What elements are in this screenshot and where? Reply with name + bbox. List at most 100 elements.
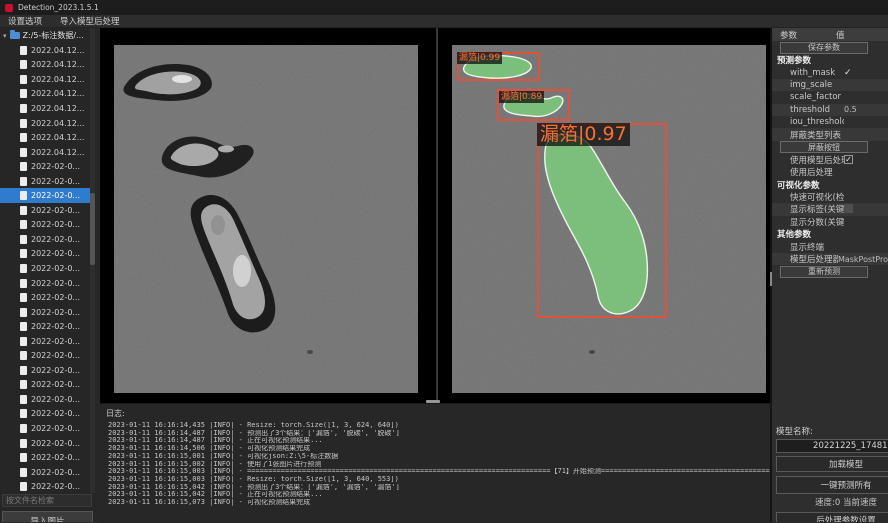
tree-item[interactable]: 2022-02-0...	[0, 450, 90, 465]
tree-item[interactable]: 2022-02-0...	[0, 290, 90, 305]
param-row[interactable]: 显示标签(关键点)	[772, 203, 888, 215]
file-icon	[20, 264, 27, 273]
import-images-button[interactable]: 导入图片	[2, 511, 93, 522]
tree-item[interactable]: 2022-02-0...	[0, 363, 90, 378]
tree-item-label: 2022-02-0...	[31, 395, 80, 404]
tree-item-label: 2022.04.12...	[31, 75, 84, 84]
sidebar-scrollbar[interactable]	[90, 28, 95, 493]
tree-item[interactable]: 2022.04.12...	[0, 72, 90, 87]
file-icon	[20, 395, 27, 404]
chevron-down-icon[interactable]: ▾	[3, 32, 7, 40]
param-row[interactable]: img_scale	[772, 79, 888, 91]
param-row[interactable]: 使用后处理	[772, 166, 888, 178]
param-row[interactable]: 显示终端	[772, 240, 888, 252]
file-icon	[20, 220, 27, 229]
tree-item-label: 2022-02-0...	[31, 249, 80, 258]
log-line: 2023-01-11 16:16:14,487 |INFO| - 正在可视化预测…	[108, 437, 770, 445]
param-row[interactable]: threshold0.5	[772, 104, 888, 116]
file-icon	[20, 366, 27, 375]
param-section-header: 可视化参数	[772, 179, 888, 191]
file-tree[interactable]: ▾ Z:/5-标注数据/... 2022.04.12...2022.04.12.…	[0, 28, 90, 493]
tree-item[interactable]: 2022-02-0...	[0, 232, 90, 247]
tree-item-label: 2022-02-0...	[31, 366, 80, 375]
tree-item[interactable]: 2022-02-0...	[0, 305, 90, 320]
param-label: 屏蔽类型列表	[772, 129, 844, 141]
tree-item[interactable]: 2022.04.12...	[0, 145, 90, 160]
param-label: 显示标签(关键点)	[772, 203, 844, 215]
original-image-panel[interactable]	[114, 45, 418, 393]
tree-item-label: 2022-02-0...	[31, 439, 80, 448]
tree-item[interactable]: 2022.04.12...	[0, 87, 90, 102]
tree-item[interactable]: 2022-02-0...	[0, 276, 90, 291]
tree-item[interactable]: 2022-02-0...	[0, 247, 90, 262]
tree-item[interactable]: 2022-02-0...	[0, 334, 90, 349]
param-checkbox[interactable]: ✓	[844, 155, 853, 164]
param-section-header: 预测参数	[772, 54, 888, 66]
tree-item[interactable]: 2022.04.12...	[0, 101, 90, 116]
tree-item[interactable]: 2022.04.12...	[0, 43, 90, 58]
param-checkbox[interactable]	[844, 204, 853, 213]
param-label: img_scale	[772, 80, 844, 90]
param-row[interactable]: with_mask✓	[772, 66, 888, 78]
folder-icon	[10, 32, 20, 39]
tree-item[interactable]: 2022-02-0...	[0, 203, 90, 218]
file-icon	[20, 337, 27, 346]
tree-item-label: 2022.04.12...	[31, 60, 84, 69]
tree-item[interactable]: 2022-02-0...	[0, 436, 90, 451]
file-sidebar: ▾ Z:/5-标注数据/... 2022.04.12...2022.04.12.…	[0, 28, 96, 522]
menu-item[interactable]: 导入模型后处理	[60, 15, 120, 27]
search-input[interactable]	[2, 494, 92, 507]
tree-item-label: 2022-02-0...	[31, 453, 80, 462]
param-row[interactable]: scale_factor	[772, 91, 888, 103]
param-button[interactable]: 屏蔽按钮	[780, 141, 868, 153]
tree-item[interactable]: 2022.04.12...	[0, 130, 90, 145]
predict-all-button[interactable]: 一键预测所有	[776, 476, 888, 494]
tree-item[interactable]: 2022-02-0...	[0, 159, 90, 174]
param-value	[844, 204, 853, 215]
param-row[interactable]: iou_threshold	[772, 116, 888, 128]
load-model-button[interactable]: 加载模型	[776, 456, 888, 472]
tree-item-label: 2022.04.12...	[31, 46, 84, 55]
tree-item[interactable]: 2022.04.12...	[0, 116, 90, 131]
param-row[interactable]: 屏蔽类型列表	[772, 128, 888, 140]
param-row[interactable]: 模型后处理器MaskPostPro	[772, 253, 888, 265]
param-row[interactable]: 使用模型后处理✓	[772, 154, 888, 166]
menu-item[interactable]: 设置选项	[8, 15, 42, 27]
tree-item[interactable]: 2022-02-0...	[0, 407, 90, 422]
tree-item[interactable]: 2022-02-0...	[0, 465, 90, 480]
tree-item[interactable]: 2022-02-0...	[0, 218, 90, 233]
tree-item[interactable]: 2022-02-0...	[0, 348, 90, 363]
sidebar-scrollbar-thumb[interactable]	[90, 193, 95, 265]
tree-root-item[interactable]: ▾ Z:/5-标注数据/...	[0, 28, 90, 43]
file-icon	[20, 308, 27, 317]
tree-item[interactable]: 2022-02-0...	[0, 319, 90, 334]
tree-item-label: 2022.04.12...	[31, 89, 84, 98]
param-row[interactable]: 快速可视化(检测)	[772, 191, 888, 203]
tree-item[interactable]: 2022-02-0...	[0, 188, 90, 203]
param-label: threshold	[772, 105, 844, 115]
tree-item[interactable]: 2022-02-0...	[0, 392, 90, 407]
log-line: 2023-01-11 16:16:14,506 |INFO| - 可视化预测结果…	[108, 445, 770, 453]
tree-item-label: 2022.04.12...	[31, 119, 84, 128]
log-line: 2023-01-11 16:16:15,001 |INFO| - 可视化json…	[108, 453, 770, 461]
tree-item[interactable]: 2022-02-0...	[0, 421, 90, 436]
param-row[interactable]: 显示分数(关键点)	[772, 216, 888, 228]
tree-item[interactable]: 2022-02-0...	[0, 378, 90, 393]
tree-item[interactable]: 2022-02-0...	[0, 174, 90, 189]
tree-item-label: 2022.04.12...	[31, 104, 84, 113]
tree-root-label: Z:/5-标注数据/...	[23, 30, 84, 41]
param-value: ✓	[844, 155, 853, 164]
param-button[interactable]: 重新预测	[780, 266, 868, 278]
param-button[interactable]: 保存参数	[780, 42, 868, 54]
postprocess-settings-button[interactable]: 后处理参数设置	[776, 512, 888, 522]
prediction-image-panel[interactable]: 漏箔|0.99 漏箔|0.89 漏箔|0.97	[452, 45, 766, 393]
tree-item[interactable]: 2022-02-0...	[0, 261, 90, 276]
file-icon	[20, 119, 27, 128]
tree-item-label: 2022-02-0...	[31, 162, 80, 171]
tree-item[interactable]: 2022.04.12...	[0, 58, 90, 73]
tree-item-label: 2022-02-0...	[31, 308, 80, 317]
file-icon	[20, 424, 27, 433]
tree-item[interactable]: 2022-02-0...	[0, 479, 90, 493]
detection-label: 漏箔|0.97	[537, 123, 630, 146]
tree-item-label: 2022-02-0...	[31, 235, 80, 244]
